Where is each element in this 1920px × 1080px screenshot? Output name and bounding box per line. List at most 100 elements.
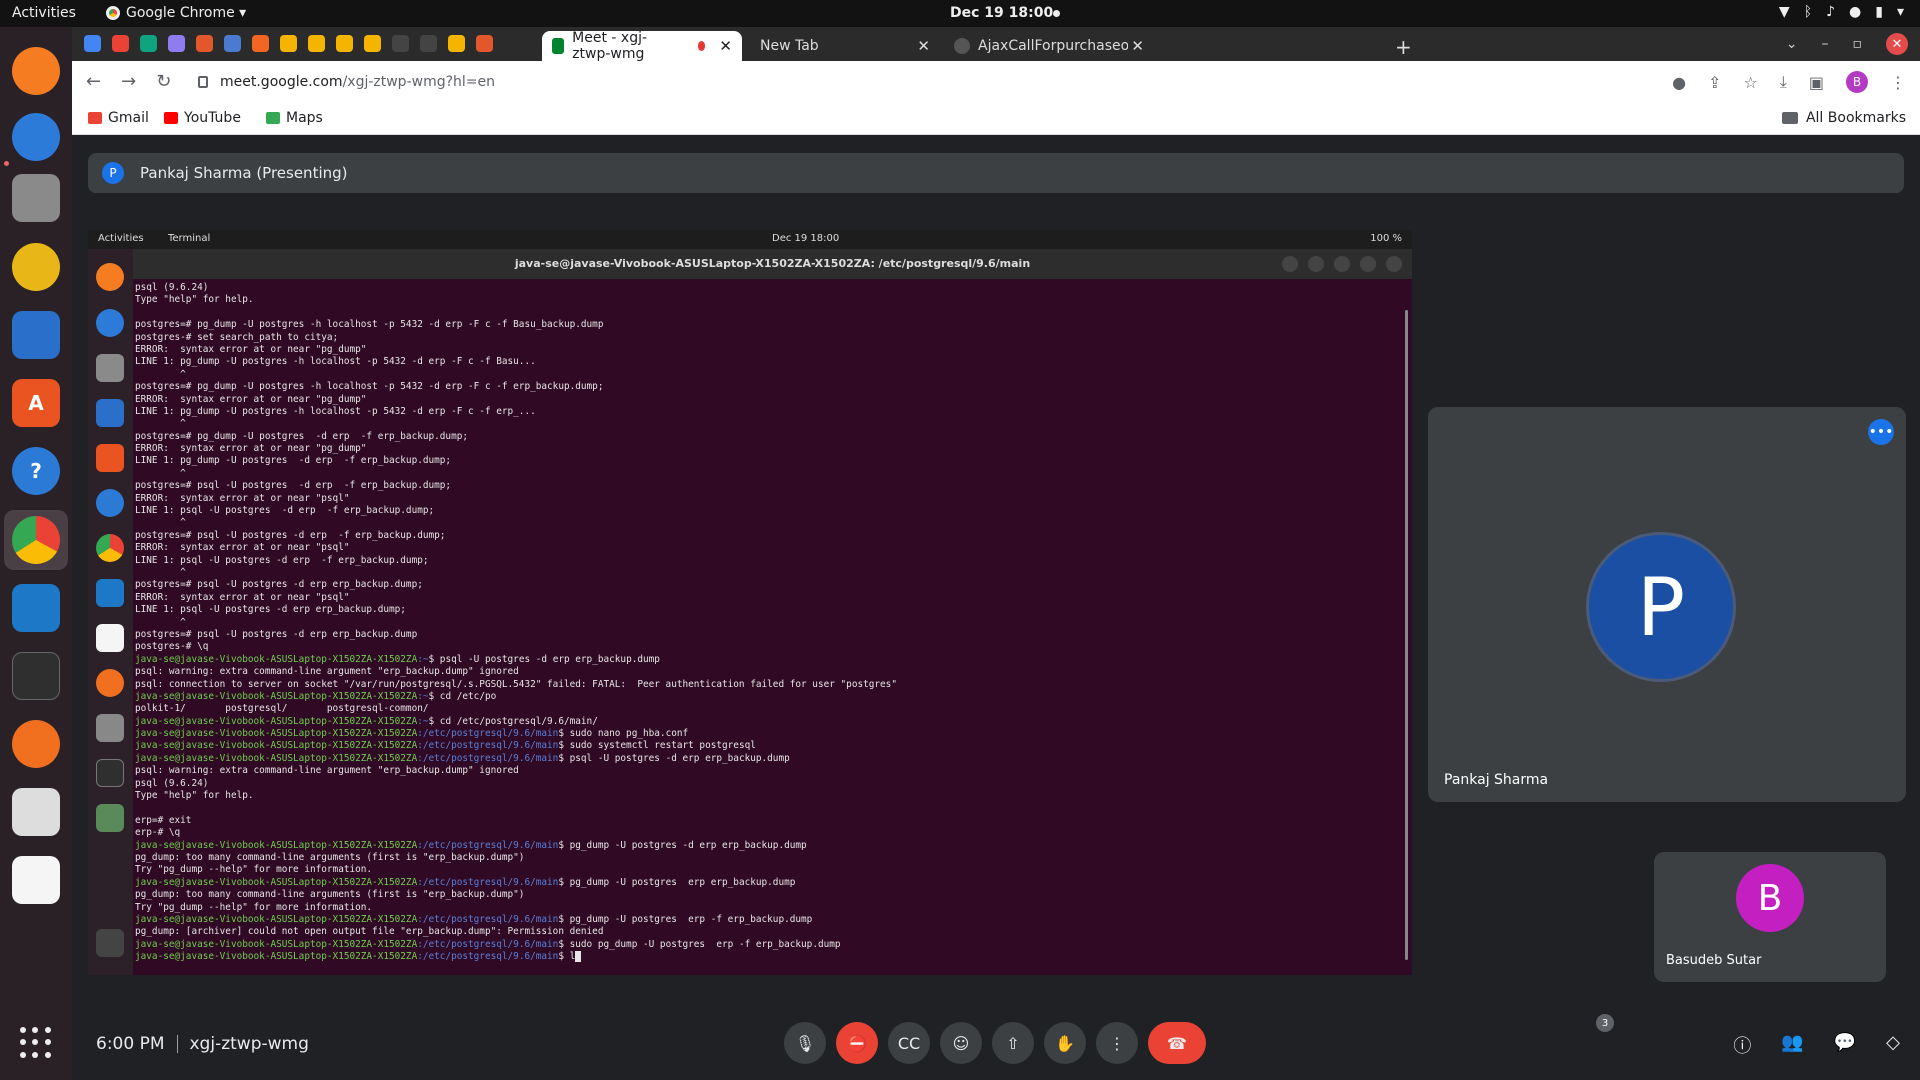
help-icon xyxy=(96,489,124,517)
activities-button[interactable]: Activities xyxy=(12,5,76,21)
slack-tab-icon-5[interactable] xyxy=(448,35,465,52)
new-tab-button[interactable]: + xyxy=(1395,35,1412,59)
firefox-icon[interactable] xyxy=(12,47,60,95)
close-icon[interactable]: ✕ xyxy=(1131,37,1144,55)
command-text: $ psql -U postgres -d erp erp_backup.dum… xyxy=(428,653,660,665)
participant-tile-pankaj[interactable]: P ••• Pankaj Sharma xyxy=(1428,407,1906,802)
bookmark-youtube[interactable]: YouTube xyxy=(164,110,241,126)
text-editor-icon[interactable] xyxy=(12,856,60,904)
globe-icon xyxy=(954,38,970,54)
people-icon[interactable]: 👥 xyxy=(1781,1032,1803,1058)
prompt-path: :/etc/postgresql/9.6/main xyxy=(417,740,559,752)
command-text: $ psql -U postgres -d erp erp_backup.dum… xyxy=(558,752,790,764)
more-options-icon[interactable]: ••• xyxy=(1868,419,1894,445)
share-icon[interactable]: ⇪ xyxy=(1708,73,1721,92)
close-icon[interactable]: ✕ xyxy=(917,37,930,55)
slack-tab-icon-2[interactable] xyxy=(308,35,325,52)
rhythmbox-icon[interactable] xyxy=(12,243,60,291)
close-icon[interactable]: ✕ xyxy=(719,37,732,55)
slack-tab-icon-4[interactable] xyxy=(364,35,381,52)
gnome-top-bar: Activities Google Chrome ▾ Dec 19 18:00 … xyxy=(0,0,1920,27)
reload-icon[interactable]: ↻ xyxy=(156,71,171,92)
url-path: /xgj-ztwp-wmg?hl=en xyxy=(342,74,496,90)
vscode-icon[interactable] xyxy=(12,584,60,632)
pinned-tab-icon[interactable] xyxy=(84,35,101,52)
end-call-button[interactable]: ☎ xyxy=(1148,1022,1206,1064)
shared-dock xyxy=(88,249,133,975)
show-apps-icon[interactable] xyxy=(20,1027,52,1059)
chrome-dock-icon[interactable] xyxy=(12,516,60,564)
prompt-user: java-se@javase-Vivobook-ASUSLaptop-X1502… xyxy=(135,690,418,702)
help-icon[interactable]: ? xyxy=(12,447,60,495)
command-text: $ sudo systemctl restart postgresql xyxy=(558,740,756,752)
gitlab-tab-icon-2[interactable] xyxy=(476,35,493,52)
profile-avatar[interactable]: B xyxy=(1846,71,1868,93)
all-bookmarks-label: All Bookmarks xyxy=(1805,110,1906,126)
system-tray[interactable]: ▼ ᛒ ♪ ● ▮ ▾ xyxy=(1779,4,1904,20)
restore-icon[interactable]: ▫ xyxy=(1853,36,1863,52)
prompt-user: java-se@javase-Vivobook-ASUSLaptop-X1502… xyxy=(135,951,418,963)
chatgpt-tab-icon[interactable] xyxy=(140,35,157,52)
app-menu[interactable]: Google Chrome ▾ xyxy=(106,5,246,21)
github-tab-icon[interactable] xyxy=(392,35,409,52)
github-tab-icon-2[interactable] xyxy=(420,35,437,52)
shared-battery: 100 % xyxy=(1370,233,1402,244)
thunderbird-icon[interactable] xyxy=(12,113,60,161)
files-icon[interactable] xyxy=(12,174,60,222)
chat-icon[interactable]: 💬 xyxy=(1834,1032,1856,1058)
participant-tile-basudeb[interactable]: B Basudeb Sutar xyxy=(1654,852,1886,982)
side-panel-icon[interactable]: ▣ xyxy=(1809,73,1824,92)
link-tab-icon[interactable] xyxy=(224,35,241,52)
menu-icon[interactable]: ⋮ xyxy=(1890,73,1906,92)
terminal-line: psql: warning: extra command-line argume… xyxy=(135,666,519,678)
bookmark-maps[interactable]: Maps xyxy=(266,110,323,126)
bookmark-star-icon[interactable]: ☆ xyxy=(1743,73,1757,92)
pgadmin-icon[interactable] xyxy=(12,788,60,836)
gemini-tab-icon[interactable] xyxy=(168,35,185,52)
captions-button[interactable]: CC xyxy=(888,1022,930,1064)
stackoverflow-tab-icon[interactable] xyxy=(252,35,269,52)
mic-button[interactable]: 🎙 xyxy=(784,1022,826,1064)
writer-icon[interactable] xyxy=(12,311,60,359)
wifi-icon: ▼ xyxy=(1778,4,1790,20)
gmail-tab-icon[interactable] xyxy=(112,35,129,52)
app-menu-label: Google Chrome ▾ xyxy=(126,5,247,21)
more-options-button[interactable]: ⋮ xyxy=(1096,1022,1138,1064)
bookmark-gmail[interactable]: Gmail xyxy=(88,110,149,126)
minimize-icon[interactable]: – xyxy=(1822,36,1829,52)
site-info-icon[interactable] xyxy=(198,76,208,88)
slack-tab-icon-3[interactable] xyxy=(336,35,353,52)
prompt-path: :/etc/postgresql/9.6/main xyxy=(417,728,559,740)
terminal-line: java-se@javase-Vivobook-ASUSLaptop-X1502… xyxy=(135,840,1400,852)
tab-search-icon[interactable]: ⌄ xyxy=(1786,36,1798,52)
raise-hand-button[interactable]: ✋ xyxy=(1044,1022,1086,1064)
writer-icon xyxy=(96,399,124,427)
clock[interactable]: Dec 19 18:00 xyxy=(950,5,1053,21)
folder-icon xyxy=(1781,112,1798,124)
present-button[interactable]: ⇧ xyxy=(992,1022,1034,1064)
mic-in-use-icon[interactable]: ● xyxy=(1672,73,1686,92)
slack-tab-icon[interactable] xyxy=(280,35,297,52)
address-bar[interactable]: meet.google.com/xgj-ztwp-wmg?hl=en xyxy=(184,66,1764,98)
tab-ajax[interactable]: AjaxCallForpurchaseorde ✕ xyxy=(944,31,1154,61)
tab-meet[interactable]: Meet - xgj-ztwp-wmg ✕ xyxy=(542,30,742,62)
tab-new-tab[interactable]: New Tab ✕ xyxy=(750,31,940,61)
prompt-user: java-se@javase-Vivobook-ASUSLaptop-X1502… xyxy=(135,740,418,752)
activities-icon[interactable]: ◇ xyxy=(1886,1032,1900,1058)
terminal-line: LINE 1: psql -U postgres -d erp -f erp_b… xyxy=(135,554,429,566)
back-icon[interactable]: ← xyxy=(86,71,101,92)
software-center-icon[interactable]: A xyxy=(12,379,60,427)
camera-off-button[interactable]: ⛔ xyxy=(836,1022,878,1064)
emoji-button[interactable]: ☺ xyxy=(940,1022,982,1064)
shared-activities: Activities xyxy=(98,233,144,244)
downloads-icon[interactable]: ⤓ xyxy=(1780,72,1787,92)
close-window-icon[interactable]: ✕ xyxy=(1886,33,1908,55)
all-bookmarks[interactable]: All Bookmarks xyxy=(1781,110,1906,126)
command-text: $ pg_dump -U postgres erp -f erp_backup.… xyxy=(558,913,813,925)
terminal-dock-icon[interactable] xyxy=(12,652,60,700)
maps-icon xyxy=(266,112,280,124)
postman-icon[interactable] xyxy=(12,720,60,768)
gitlab-tab-icon[interactable] xyxy=(196,35,213,52)
forward-icon[interactable]: → xyxy=(121,71,136,92)
info-icon[interactable]: ⓘ xyxy=(1733,1032,1751,1058)
